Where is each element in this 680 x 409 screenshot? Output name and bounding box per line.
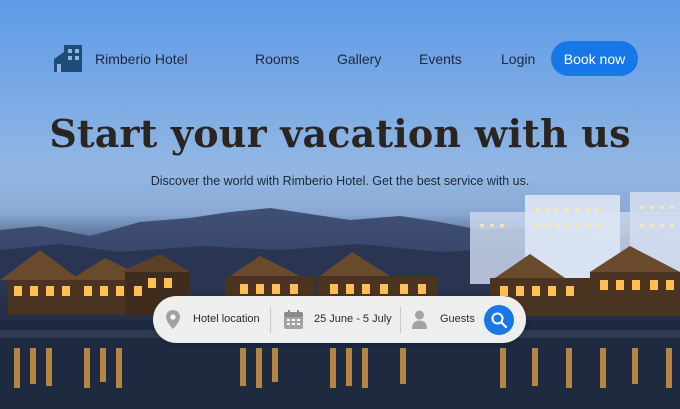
brand-name[interactable]: Rimberio Hotel: [95, 51, 188, 67]
user-icon: [412, 310, 427, 329]
divider: [270, 307, 271, 333]
guests-field[interactable]: Guests: [440, 313, 475, 325]
booking-search-bar: Hotel location 25 June - 5 July Guests: [153, 296, 526, 343]
book-now-button[interactable]: Book now: [551, 41, 638, 76]
date-range-field[interactable]: 25 June - 5 July: [314, 313, 392, 325]
nav-link-events[interactable]: Events: [419, 51, 462, 67]
hotel-location-field[interactable]: Hotel location: [193, 313, 260, 325]
resort-scene: [0, 192, 680, 409]
divider: [400, 307, 401, 333]
top-nav: Rimberio Hotel Rooms Gallery Events Logi…: [0, 40, 680, 78]
search-icon: [491, 312, 507, 328]
hero-title: Start your vacation with us: [49, 111, 631, 156]
hero-subtitle: Discover the world with Rimberio Hotel. …: [150, 174, 530, 188]
calendar-icon: [284, 310, 303, 329]
map-pin-icon: [166, 310, 180, 329]
hotel-building-icon[interactable]: [54, 45, 82, 72]
nav-link-gallery[interactable]: Gallery: [337, 51, 381, 67]
search-button[interactable]: [484, 305, 514, 335]
nav-link-rooms[interactable]: Rooms: [255, 51, 299, 67]
login-link[interactable]: Login: [501, 51, 535, 67]
